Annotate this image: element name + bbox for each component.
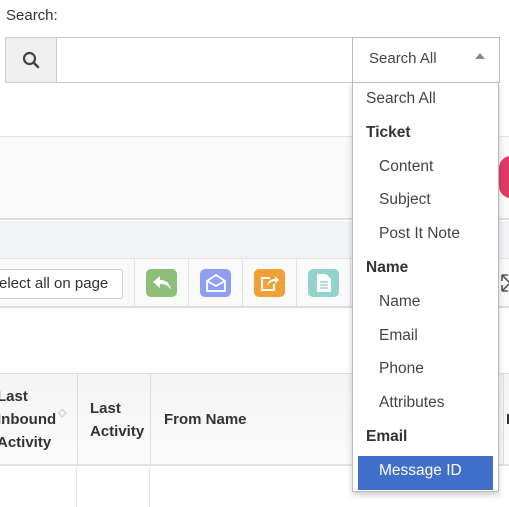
dropdown-option[interactable]: Content — [353, 152, 498, 186]
forward-icon — [260, 276, 279, 291]
dropdown-option[interactable]: Name — [353, 287, 498, 321]
action-button[interactable] — [499, 156, 509, 198]
expand-icon[interactable] — [500, 273, 509, 297]
dropdown-option[interactable]: Post It Note — [353, 219, 498, 253]
dropdown-group-label: Email — [366, 427, 408, 445]
note-icon — [316, 274, 331, 292]
dropdown-option[interactable]: Email — [353, 321, 498, 355]
search-bar: Search All — [5, 37, 500, 83]
search-scope-value: Search All — [369, 50, 437, 67]
select-all-button[interactable]: elect all on page — [0, 269, 123, 299]
dropdown-option[interactable]: Subject — [353, 185, 498, 219]
reply-button[interactable] — [146, 269, 177, 297]
search-label: Search: — [6, 7, 58, 24]
caret-up-icon — [475, 53, 485, 59]
forward-button[interactable] — [254, 269, 285, 297]
dropdown-option[interactable]: Phone — [353, 354, 498, 388]
column-last-inbound-activity[interactable]: Last Inbound Activity ◇ — [0, 374, 78, 465]
mark-read-button[interactable] — [200, 269, 231, 297]
column-last-activity[interactable]: Last Activity — [78, 374, 151, 465]
search-scope-select[interactable]: Search All — [352, 37, 500, 83]
search-input[interactable] — [58, 38, 353, 82]
divider — [296, 259, 297, 307]
column-truncated[interactable]: F — [503, 374, 509, 465]
search-icon[interactable] — [6, 38, 57, 82]
dropdown-group-label: Ticket — [366, 123, 411, 141]
envelope-open-icon — [205, 274, 226, 292]
divider — [188, 259, 189, 307]
search-scope-dropdown: Search All Ticket Content Subject Post It No… — [352, 82, 499, 492]
divider — [242, 259, 243, 307]
reply-icon — [152, 276, 171, 290]
dropdown-option[interactable]: Attributes — [353, 388, 498, 422]
dropdown-group-label: Name — [366, 258, 409, 276]
sort-icon[interactable]: ◇ — [58, 408, 66, 419]
table-cell — [0, 467, 77, 507]
dropdown-option[interactable]: Message ID — [358, 455, 493, 490]
table-cell — [77, 467, 150, 507]
dropdown-option[interactable]: Search All — [353, 84, 498, 118]
note-button[interactable] — [308, 269, 339, 297]
divider — [134, 259, 135, 307]
divider — [350, 259, 351, 307]
